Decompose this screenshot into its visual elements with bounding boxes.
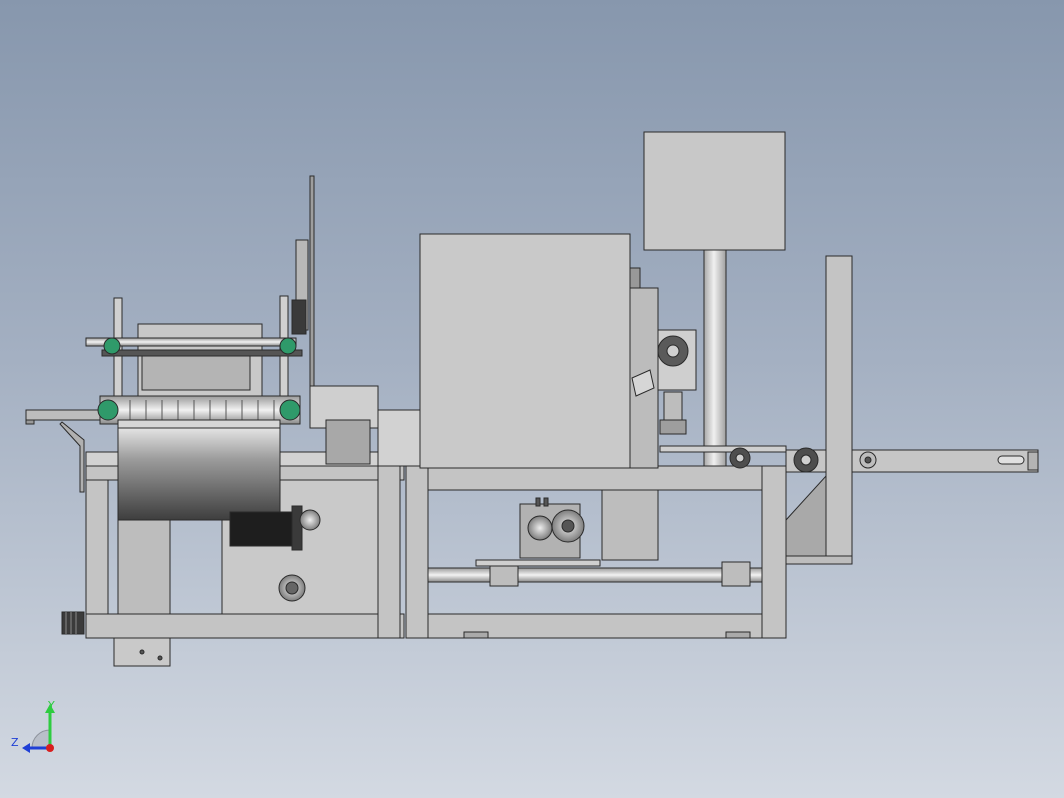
machine-assembly-drawing <box>25 131 1039 667</box>
axis-triad-icon <box>22 704 55 753</box>
main-housing <box>419 233 659 469</box>
axis-y-label: Y <box>48 699 55 712</box>
axis-z-label: Z <box>11 736 19 749</box>
center-frame <box>405 465 787 639</box>
transfer-block <box>309 385 421 467</box>
adjust-knob <box>61 611 85 635</box>
slitter-head <box>85 295 303 521</box>
cad-viewport[interactable]: Y Z <box>0 0 1064 798</box>
gearbox <box>519 497 585 559</box>
sprocket-assembly <box>657 329 697 435</box>
